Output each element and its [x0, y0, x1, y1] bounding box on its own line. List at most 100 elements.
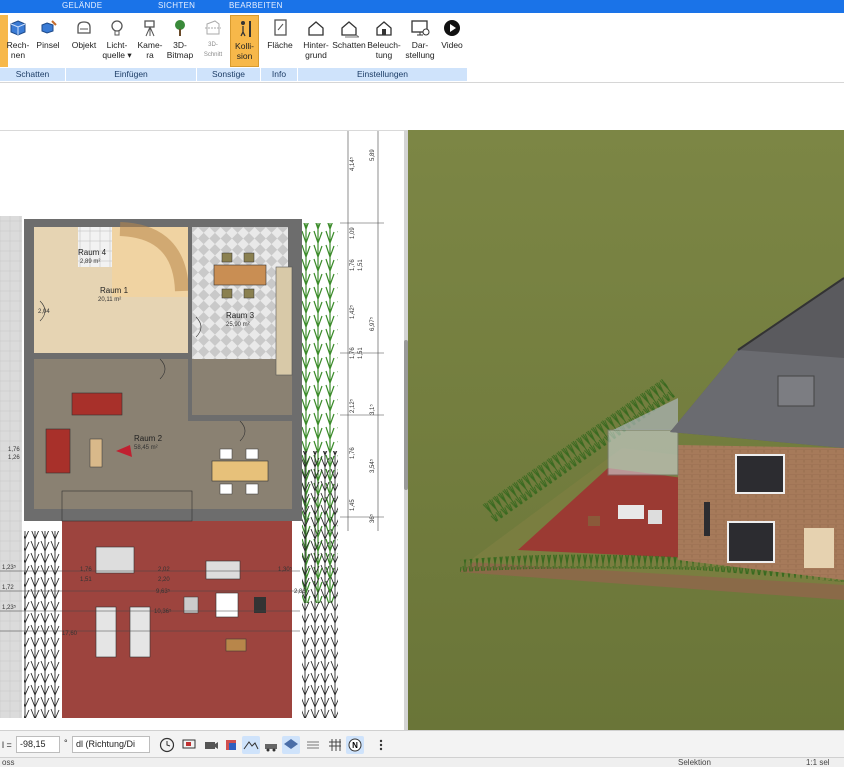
dimension-label: 1,42⁵ [350, 304, 356, 319]
flaeche-button[interactable]: Fläche [264, 15, 296, 67]
schatten-label: Schatten [332, 40, 366, 50]
dimension-label: 10,36⁵ [154, 609, 172, 615]
more-icon[interactable] [372, 736, 390, 754]
darstellung-label: Dar- stellung [405, 40, 435, 60]
room-label: Raum 2 [134, 434, 163, 443]
video-label: Video [441, 40, 463, 50]
3d-bitmap-label: 3D- Bitmap [166, 40, 194, 60]
degree-unit: ° [64, 738, 68, 748]
group-einfuegen: Einfügen [66, 68, 197, 81]
dimension-label: 1,76 [350, 347, 356, 359]
beleuchtung-button[interactable]: Beleuch- tung [366, 15, 402, 67]
room-label: Raum 3 [226, 311, 255, 320]
3d-schnitt-label: 3D- Schnitt [203, 42, 223, 58]
clock-icon[interactable] [158, 736, 176, 754]
video-button[interactable]: Video [438, 15, 466, 67]
dimension-label: 1,72 [2, 585, 14, 591]
hintergrund-label: Hinter- grund [303, 40, 329, 60]
kollision-label: Kolli- sion [235, 41, 254, 61]
dimension-label: 17,60 [62, 631, 78, 637]
dimension-label: 5,89 [370, 149, 376, 161]
dimension-label: 1,09 [350, 227, 356, 239]
3d-bitmap-button[interactable]: 3D- Bitmap [166, 15, 194, 67]
status-scale: 1:1 sel [806, 758, 830, 767]
terrain-icon[interactable] [242, 736, 260, 754]
dimension-label: 2,20 [158, 577, 170, 583]
3d-scene [408, 130, 844, 730]
flaeche-label: Fläche [267, 40, 293, 50]
paint-icon[interactable] [222, 736, 240, 754]
dimension-label: 2,12⁵ [350, 398, 356, 413]
floor-plan-drawing [0, 131, 384, 718]
room-label: Raum 4 [78, 248, 107, 257]
schatten-button[interactable]: Schatten [332, 15, 366, 67]
monitor-view-icon[interactable] [180, 736, 198, 754]
section-icon [205, 20, 221, 35]
grid-icon[interactable] [326, 736, 344, 754]
kamera-button[interactable]: Kame- ra [134, 15, 166, 67]
angle-label: l = [2, 740, 12, 750]
person-wall-icon [239, 21, 251, 37]
dimension-label: 1,76 [350, 259, 356, 271]
group-schatten: Schatten [0, 68, 66, 81]
toolbar-spacer [0, 84, 844, 130]
dimension-label: 4,14⁵ [350, 156, 356, 171]
floor-plan-view[interactable]: Raum 4 2,89 m² Raum 1 20,11 m² Raum 3 25… [0, 130, 404, 718]
dimension-label: 9,63⁵ [156, 589, 171, 595]
area-doc-icon [274, 19, 287, 36]
camera-tripod-icon [144, 20, 155, 37]
room-area: 25,90 m² [226, 322, 250, 328]
group-einstellungen: Einstellungen [298, 68, 468, 81]
tab-gelaende[interactable]: GELÄNDE [62, 1, 102, 10]
dimension-label: 1,30⁵ [278, 567, 293, 573]
dimension-label: 3,54⁵ [370, 458, 376, 473]
tab-bearbeiten[interactable]: BEARBEITEN [229, 1, 283, 10]
room-area: 58,45 m² [134, 445, 158, 451]
beleuchtung-label: Beleuch- tung [367, 40, 401, 60]
dimension-label: 2,86 [294, 589, 306, 595]
house-background-icon [308, 21, 324, 36]
3d-schnitt-button[interactable]: 3D- Schnitt [198, 15, 228, 67]
room-area: 2,89 m² [80, 259, 101, 265]
armchair-icon [77, 21, 91, 34]
objekt-button[interactable]: Objekt [68, 15, 100, 67]
objekt-label: Objekt [71, 40, 97, 50]
dimension-label: 1,76 [8, 447, 20, 453]
room-area: 20,11 m² [98, 297, 122, 303]
north-icon[interactable]: N [346, 736, 364, 754]
status-mode: Selektion [678, 758, 711, 767]
angle-input[interactable]: -98,15 [16, 736, 60, 753]
room-label: Raum 1 [100, 286, 129, 295]
hintergrund-button[interactable]: Hinter- grund [300, 15, 332, 67]
vehicle-icon[interactable] [262, 736, 280, 754]
rechnen-label: Rech- nen [6, 40, 30, 60]
ribbon: Rech- nen Pinsel Objekt Licht- quelle ▾ … [0, 13, 844, 83]
camera-icon[interactable] [202, 736, 220, 754]
dimension-label: 1,23⁵ [2, 605, 17, 611]
dimension-label: 3,1⁵ [370, 404, 376, 415]
ribbon-tab-bar: GELÄNDE SICHTEN BEARBEITEN [0, 0, 844, 13]
tree-icon [175, 20, 185, 36]
3d-view[interactable] [408, 130, 844, 730]
tab-sichten[interactable]: SICHTEN [158, 1, 195, 10]
pinsel-label: Pinsel [36, 40, 60, 50]
house-shadow-icon [341, 21, 359, 38]
kollision-button[interactable]: Kolli- sion [230, 15, 259, 67]
direction-select[interactable]: dl (Richtung/Di [72, 736, 150, 753]
pinsel-button[interactable]: Pinsel [34, 15, 62, 67]
texture-icon[interactable] [304, 736, 322, 754]
dimension-label: 6,97⁵ [370, 316, 376, 331]
dimension-label: 36⁵ [370, 513, 376, 523]
dimension-label: 1,23⁵ [2, 565, 17, 571]
lichtquelle-button[interactable]: Licht- quelle ▾ [101, 15, 133, 67]
dimension-label: 1,76 [350, 447, 356, 459]
dimension-label: 1,51 [358, 347, 364, 359]
rechnen-button[interactable]: Rech- nen [4, 15, 32, 67]
svg-text:N: N [352, 741, 358, 750]
lichtquelle-label: Licht- quelle ▾ [102, 40, 132, 60]
group-sonstige: Sonstige [197, 68, 261, 81]
darstellung-button[interactable]: Dar- stellung [403, 15, 437, 67]
status-left: oss [2, 758, 15, 767]
dimension-label: 1,51 [358, 259, 364, 271]
layer-icon[interactable] [282, 736, 300, 754]
